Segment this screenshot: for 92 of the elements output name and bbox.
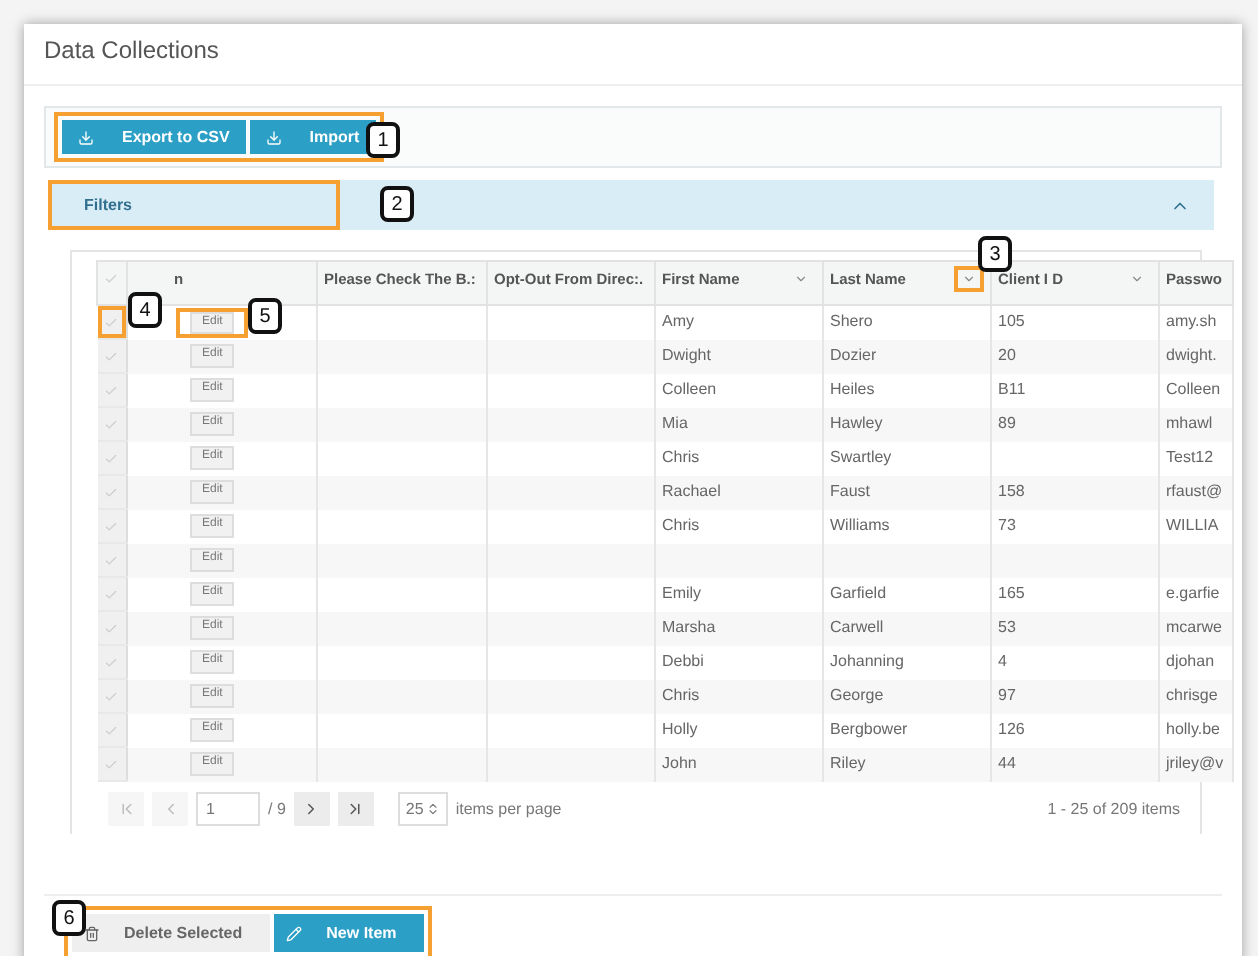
delete-button[interactable]: Delete Selected [72, 914, 271, 952]
table-cell: WILLIA [1166, 516, 1219, 534]
table-cell: Shero [830, 312, 873, 331]
table-cell: Dozier [830, 346, 877, 364]
table-cell: George [830, 686, 884, 704]
table-cell: mhawl [1166, 414, 1213, 432]
page-title: Data Collections [24, 24, 1242, 86]
trash-icon [84, 925, 100, 941]
table-cell: Colleen [662, 380, 717, 398]
callout-number: 5 [248, 298, 282, 334]
check-icon [104, 485, 119, 499]
check-icon [104, 349, 119, 363]
table-cell: chrisge [1166, 686, 1218, 704]
table-cell: Mia [662, 414, 688, 432]
check-icon [104, 655, 119, 669]
check-icon [104, 383, 119, 397]
table-cell: Swartley [830, 448, 892, 466]
table-cell: mcarwe [1166, 618, 1223, 636]
items-summary: 1 - 25 of 209 items [1047, 800, 1182, 818]
table-cell: Emily [662, 584, 702, 602]
download-icon [265, 129, 282, 145]
table-cell: amy.sh [1166, 312, 1217, 331]
table-cell: Chris [662, 686, 700, 704]
table-cell: Faust [830, 482, 871, 500]
callout-number: 1 [366, 122, 400, 158]
check-icon [104, 519, 119, 533]
table-cell: Dwight [662, 346, 711, 364]
table-cell: Amy [662, 312, 694, 331]
table-cell: 44 [998, 754, 1016, 772]
table-cell: Carwell [830, 618, 884, 636]
check-icon [104, 621, 119, 635]
check-icon [104, 757, 119, 771]
table-cell: holly.be [1166, 720, 1220, 738]
check-icon [104, 723, 119, 737]
table-cell: John [662, 754, 697, 772]
table-cell: 97 [998, 686, 1016, 704]
table-cell: Riley [830, 754, 866, 772]
up-down-icon [425, 802, 440, 816]
table-cell: Rachael [662, 482, 721, 500]
check-icon [104, 451, 119, 465]
previous-page-icon[interactable] [152, 792, 188, 826]
callout-number: 6 [52, 900, 86, 936]
callout-number: 4 [128, 292, 162, 328]
table-cell: 73 [998, 516, 1016, 534]
check-icon[interactable] [104, 272, 118, 286]
page-size-label: items per page [455, 800, 562, 818]
table-cell: 53 [998, 618, 1016, 636]
table-cell: djohan [1166, 652, 1215, 670]
table-cell: Holly [662, 720, 698, 738]
check-icon [104, 689, 119, 703]
table-cell: Johanning [830, 652, 904, 670]
table-cell: e.garfie [1166, 584, 1220, 602]
check-icon [104, 587, 119, 601]
pencil-icon [286, 925, 303, 941]
table-cell: 158 [998, 482, 1025, 500]
check-icon [104, 417, 119, 431]
table-cell: Chris [662, 516, 700, 534]
page-field[interactable]: 1 [196, 792, 260, 826]
table-cell: 89 [998, 414, 1016, 432]
table-cell: Williams [830, 516, 890, 534]
toolbar-button[interactable]: Export to CSV [62, 120, 246, 154]
last-page-icon[interactable] [337, 792, 374, 826]
table-cell: B11 [998, 380, 1026, 398]
table-cell: 165 [998, 584, 1025, 602]
table-cell: 4 [998, 652, 1007, 670]
first-page-icon[interactable] [108, 792, 144, 826]
table-cell: 105 [998, 312, 1025, 331]
table-cell: Heiles [830, 380, 875, 398]
table-cell: 126 [998, 720, 1025, 738]
page-size-select[interactable]: 25 [397, 792, 448, 826]
callout-number: 2 [380, 186, 414, 222]
table-cell: Test12 [1166, 448, 1214, 466]
table-cell: Marsha [662, 618, 716, 636]
table-cell: dwight. [1166, 346, 1217, 364]
table-cell: Colleen [1166, 380, 1221, 398]
table-cell: Debbi [662, 652, 704, 670]
download-icon [78, 129, 94, 145]
table-cell: Garfield [830, 584, 887, 602]
table-cell: rfaust@ [1166, 482, 1223, 500]
filters-label: Filters [48, 180, 340, 230]
table-cell: jriley@v [1166, 754, 1224, 772]
toolbar-button[interactable]: Import [249, 120, 376, 154]
callout-number: 3 [978, 236, 1012, 272]
table-cell: Bergbower [830, 720, 908, 738]
table-cell: Hawley [830, 414, 883, 432]
check-icon [104, 315, 119, 329]
next-page-icon[interactable] [293, 792, 330, 826]
table-cell: 20 [998, 346, 1016, 364]
table-cell: Chris [662, 448, 700, 466]
page-count: / 9 [268, 800, 286, 818]
new-item-button[interactable]: New Item [274, 914, 425, 952]
check-icon [104, 553, 119, 567]
